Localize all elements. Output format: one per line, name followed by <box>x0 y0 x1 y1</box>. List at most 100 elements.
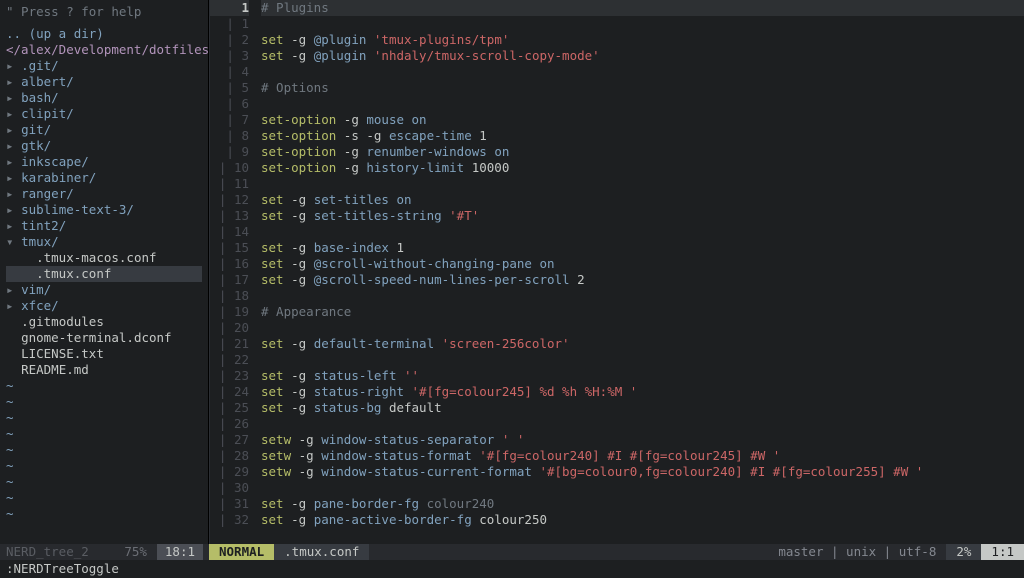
code-line[interactable]: set-option -s -g escape-time 1 <box>261 128 1024 144</box>
code-line[interactable]: set -g @scroll-without-changing-pane on <box>261 256 1024 272</box>
nerdtree-buffer-name: NERD_tree_2 <box>6 544 118 560</box>
code-line[interactable]: set -g pane-active-border-fg colour250 <box>261 512 1024 528</box>
tree-file[interactable]: LICENSE.txt <box>6 346 202 362</box>
editor-cursor-pos: 1:1 <box>981 544 1024 560</box>
code-line[interactable]: set -g status-bg default <box>261 400 1024 416</box>
code-line[interactable]: set -g @plugin 'tmux-plugins/tpm' <box>261 32 1024 48</box>
tree-file[interactable]: .tmux-macos.conf <box>6 250 202 266</box>
line-number: | 12 <box>210 192 249 208</box>
code-line[interactable]: set -g base-index 1 <box>261 240 1024 256</box>
code-line[interactable] <box>261 416 1024 432</box>
line-number: 1 <box>210 0 249 16</box>
code-line[interactable]: set -g pane-border-fg colour240 <box>261 496 1024 512</box>
code-line[interactable]: set -g @plugin 'nhdaly/tmux-scroll-copy-… <box>261 48 1024 64</box>
tree-dir[interactable]: ▸ albert/ <box>6 74 202 90</box>
empty-line: ~ <box>6 474 202 490</box>
tree-file[interactable]: .tmux.conf <box>6 266 202 282</box>
tree-dir[interactable]: ▸ tint2/ <box>6 218 202 234</box>
tree-file[interactable]: gnome-terminal.dconf <box>6 330 202 346</box>
empty-line: ~ <box>6 506 202 522</box>
nerdtree-statusline: NERD_tree_2 75% 18:1 <box>0 544 209 560</box>
code-line[interactable]: set -g set-titles on <box>261 192 1024 208</box>
code-line[interactable] <box>261 176 1024 192</box>
empty-line: ~ <box>6 442 202 458</box>
tree-dir[interactable]: ▸ ranger/ <box>6 186 202 202</box>
line-number: | 10 <box>210 160 249 176</box>
code-line[interactable]: setw -g window-status-current-format '#[… <box>261 464 1024 480</box>
code-line[interactable] <box>261 16 1024 32</box>
line-number: | 9 <box>210 144 249 160</box>
code-line[interactable]: set-option -g mouse on <box>261 112 1024 128</box>
line-number: | 29 <box>210 464 249 480</box>
line-number: | 16 <box>210 256 249 272</box>
line-number: | 17 <box>210 272 249 288</box>
line-number: | 21 <box>210 336 249 352</box>
nerdtree-pane[interactable]: " Press ? for help .. (up a dir) </alex/… <box>0 0 208 544</box>
code-line[interactable] <box>261 352 1024 368</box>
code-line[interactable]: set -g @scroll-speed-num-lines-per-scrol… <box>261 272 1024 288</box>
tree-dir[interactable]: ▸ vim/ <box>6 282 202 298</box>
tree-dir[interactable]: ▸ karabiner/ <box>6 170 202 186</box>
tree-dir[interactable]: ▸ gtk/ <box>6 138 202 154</box>
line-number: | 6 <box>210 96 249 112</box>
tree-dir[interactable]: ▸ git/ <box>6 122 202 138</box>
code-line[interactable] <box>261 64 1024 80</box>
code-line[interactable]: set -g status-left '' <box>261 368 1024 384</box>
empty-line: ~ <box>6 410 202 426</box>
line-number: | 8 <box>210 128 249 144</box>
code-line[interactable]: set -g status-right '#[fg=colour245] %d … <box>261 384 1024 400</box>
line-number: | 22 <box>210 352 249 368</box>
tree-file[interactable]: README.md <box>6 362 202 378</box>
empty-line: ~ <box>6 426 202 442</box>
code-line[interactable] <box>261 320 1024 336</box>
line-number: | 11 <box>210 176 249 192</box>
nerdtree-help: " Press ? for help <box>6 2 202 26</box>
line-number: | 5 <box>210 80 249 96</box>
vim-mode: NORMAL <box>209 544 274 560</box>
editor-area: " Press ? for help .. (up a dir) </alex/… <box>0 0 1024 544</box>
editor-statusline: NORMAL .tmux.conf master | unix | utf-8 … <box>209 544 1024 560</box>
empty-line: ~ <box>6 378 202 394</box>
tree-dir[interactable]: ▸ clipit/ <box>6 106 202 122</box>
code-buffer[interactable]: # Plugins set -g @plugin 'tmux-plugins/tp… <box>257 0 1024 544</box>
empty-line: ~ <box>6 394 202 410</box>
tree-dir[interactable]: ▸ sublime-text-3/ <box>6 202 202 218</box>
line-number: | 30 <box>210 480 249 496</box>
buffer-filename: .tmux.conf <box>274 544 369 560</box>
file-meta: master | unix | utf-8 <box>768 544 946 560</box>
code-pane[interactable]: 1| 1| 2| 3| 4| 5| 6| 7| 8| 9| 10| 11| 12… <box>209 0 1024 544</box>
line-number: | 18 <box>210 288 249 304</box>
code-line[interactable] <box>261 480 1024 496</box>
code-line[interactable] <box>261 224 1024 240</box>
line-number: | 15 <box>210 240 249 256</box>
nerdtree-root-path[interactable]: </alex/Development/dotfiles/ <box>6 42 202 58</box>
empty-line: ~ <box>6 490 202 506</box>
line-number: | 24 <box>210 384 249 400</box>
line-number: | 3 <box>210 48 249 64</box>
tree-dir[interactable]: ▸ inkscape/ <box>6 154 202 170</box>
line-number: | 23 <box>210 368 249 384</box>
code-line[interactable]: setw -g window-status-separator ' ' <box>261 432 1024 448</box>
line-number: | 27 <box>210 432 249 448</box>
line-number: | 25 <box>210 400 249 416</box>
tree-dir[interactable]: ▸ .git/ <box>6 58 202 74</box>
tree-dir[interactable]: ▸ xfce/ <box>6 298 202 314</box>
line-number: | 14 <box>210 224 249 240</box>
code-line[interactable] <box>261 96 1024 112</box>
code-line[interactable]: set -g set-titles-string '#T' <box>261 208 1024 224</box>
tree-dir[interactable]: ▾ tmux/ <box>6 234 202 250</box>
code-line[interactable]: set-option -g renumber-windows on <box>261 144 1024 160</box>
code-line[interactable] <box>261 288 1024 304</box>
code-line[interactable]: # Appearance <box>261 304 1024 320</box>
code-line[interactable]: setw -g window-status-format '#[fg=colou… <box>261 448 1024 464</box>
line-number: | 4 <box>210 64 249 80</box>
tree-file[interactable]: .gitmodules <box>6 314 202 330</box>
code-line[interactable]: # Options <box>261 80 1024 96</box>
command-line[interactable]: :NERDTreeToggle <box>0 560 1024 578</box>
code-line[interactable]: # Plugins <box>261 0 1024 16</box>
nerdtree-up-dir[interactable]: .. (up a dir) <box>6 26 202 42</box>
code-line[interactable]: set -g default-terminal 'screen-256color… <box>261 336 1024 352</box>
code-line[interactable]: set-option -g history-limit 10000 <box>261 160 1024 176</box>
line-number: | 19 <box>210 304 249 320</box>
tree-dir[interactable]: ▸ bash/ <box>6 90 202 106</box>
